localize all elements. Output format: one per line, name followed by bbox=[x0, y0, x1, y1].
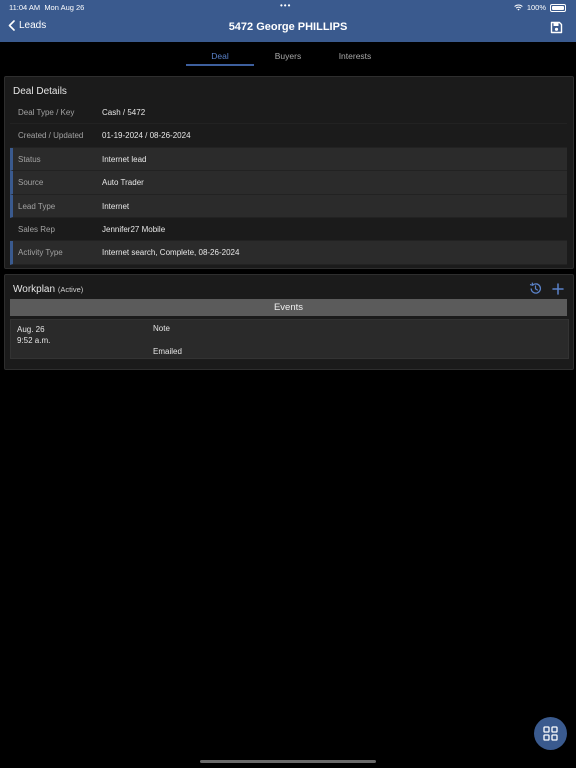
row-value: Internet bbox=[102, 201, 130, 211]
home-indicator[interactable] bbox=[200, 760, 376, 763]
history-button[interactable] bbox=[529, 282, 542, 300]
deal-details-list: Deal Type / Key Cash / 5472 Created / Up… bbox=[10, 101, 567, 265]
plus-icon bbox=[552, 283, 564, 295]
nav-bar: Leads 5472 George PHILLIPS bbox=[0, 14, 576, 42]
row-label: Lead Type bbox=[18, 201, 56, 211]
workplan-card: Workplan (Active) Events Aug. 26 9:52 a.… bbox=[4, 274, 574, 370]
row-created-updated: Created / Updated 01-19-2024 / 08-26-202… bbox=[10, 124, 567, 148]
row-value: Internet lead bbox=[102, 154, 147, 164]
row-label: Sales Rep bbox=[18, 224, 55, 234]
row-activity-type[interactable]: Activity Type Internet search, Complete,… bbox=[10, 241, 567, 265]
grid-icon bbox=[543, 726, 558, 741]
event-datetime: Aug. 26 9:52 a.m. bbox=[17, 325, 51, 345]
status-bar: 11:04 AM Mon Aug 26 ••• 100% bbox=[0, 0, 576, 14]
deal-details-card: Deal Details Deal Type / Key Cash / 5472… bbox=[4, 76, 574, 269]
row-label: Activity Type bbox=[18, 248, 63, 258]
row-label: Status bbox=[18, 154, 41, 164]
tab-buyers[interactable]: Buyers bbox=[254, 51, 322, 61]
row-value: 01-19-2024 / 08-26-2024 bbox=[102, 131, 191, 141]
row-status[interactable]: Status Internet lead bbox=[10, 147, 567, 172]
row-source[interactable]: Source Auto Trader bbox=[10, 171, 567, 195]
event-type: Note bbox=[153, 324, 170, 333]
deal-details-title: Deal Details bbox=[13, 86, 67, 97]
tab-interests[interactable]: Interests bbox=[321, 51, 389, 61]
page-title: 5472 George PHILLIPS bbox=[228, 21, 348, 33]
save-button[interactable] bbox=[550, 21, 563, 39]
status-right: 100% bbox=[514, 3, 566, 12]
battery-icon bbox=[550, 3, 566, 12]
add-workplan-button[interactable] bbox=[552, 282, 564, 300]
event-status: Emailed bbox=[153, 347, 182, 356]
row-label: Created / Updated bbox=[18, 131, 84, 141]
row-lead-type[interactable]: Lead Type Internet bbox=[10, 194, 567, 218]
tab-bar: Deal Buyers Interests bbox=[0, 46, 576, 68]
row-value: Internet search, Complete, 08-26-2024 bbox=[102, 248, 240, 258]
status-time: 11:04 AM Mon Aug 26 bbox=[9, 3, 85, 12]
workplan-state: (Active) bbox=[57, 285, 84, 294]
grid-menu-button[interactable] bbox=[534, 717, 567, 750]
battery-percent: 100% bbox=[526, 3, 546, 12]
tab-deal[interactable]: Deal bbox=[186, 51, 254, 61]
event-row[interactable]: Aug. 26 9:52 a.m. Note Emailed bbox=[10, 319, 569, 359]
history-icon bbox=[529, 282, 541, 294]
save-icon bbox=[550, 21, 563, 34]
row-deal-type: Deal Type / Key Cash / 5472 bbox=[10, 101, 567, 125]
active-tab-indicator bbox=[186, 64, 254, 66]
row-value: Cash / 5472 bbox=[102, 108, 146, 117]
wifi-icon bbox=[514, 4, 523, 11]
workplan-title: Workplan (Active) bbox=[13, 284, 84, 295]
row-label: Source bbox=[18, 178, 44, 188]
events-header: Events bbox=[10, 299, 567, 316]
row-value: Jennifer27 Mobile bbox=[102, 224, 166, 234]
row-sales-rep: Sales Rep Jennifer27 Mobile bbox=[10, 218, 567, 242]
row-label: Deal Type / Key bbox=[18, 108, 75, 117]
row-value: Auto Trader bbox=[102, 178, 144, 188]
multitask-dots[interactable]: ••• bbox=[280, 1, 291, 10]
